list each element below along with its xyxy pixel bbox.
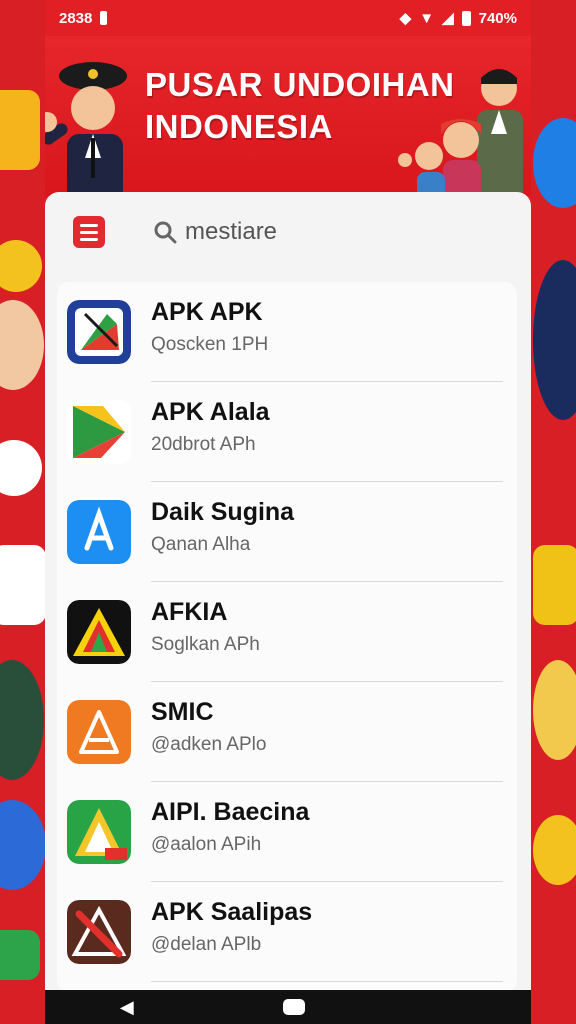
navigation-bar: ◀ [45,990,531,1024]
app-search-panel: mestiare APK APK Qoscken 1PH APK Alala 2… [45,192,531,992]
app-store-a-icon [67,500,131,564]
search-bar: mestiare [45,192,531,272]
app-subtitle: @delan APlb [151,934,262,955]
search-icon [154,221,177,244]
app-title: AFKIA [151,598,228,626]
bg-app-bubble [533,118,576,208]
app-subtitle: Qoscken 1PH [151,334,269,355]
list-item[interactable]: Daik Sugina Qanan Alha [57,482,517,582]
status-time: 2838 [59,9,93,27]
phone-screen: 2838 ◆ ▼ ◢ 740% PUSAR UNDOIHAN INDONESIA [45,0,531,1024]
list-item-text: APK Alala 20dbrot APh [151,396,270,458]
bg-app-bubble [0,545,46,625]
list-item-text: AIPI. Baecina @aalon APih [151,796,309,858]
back-button[interactable]: ◀ [120,997,134,1018]
battery-percent: 740% [478,9,517,27]
a-triangle-icon [67,700,131,764]
app-title: Daik Sugina [151,498,295,526]
app-subtitle: 20dbrot APh [151,434,256,455]
status-bar: 2838 ◆ ▼ ◢ 740% [45,0,531,36]
app-title: APK Alala [151,398,270,426]
app-subtitle: Soglkan APh [151,634,260,655]
bg-app-bubble [533,815,576,885]
bg-app-bubble [0,240,42,292]
bg-character-bubble [533,660,576,760]
pencil-ruler-icon [67,300,131,364]
wifi-icon: ▼ [419,9,435,27]
menu-button[interactable] [73,216,105,248]
battery-icon [461,10,471,26]
bg-app-bubble [0,440,42,496]
hamburger-line [80,237,98,241]
home-button[interactable] [283,999,306,1015]
divider [151,981,503,982]
app-title: APK Saalipas [151,898,313,926]
hamburger-icon [80,223,98,227]
bg-app-bubble [0,90,40,170]
hero-banner: PUSAR UNDOIHAN INDONESIA [45,36,531,214]
sim-icon [100,11,108,25]
list-item-text: SMIC @adken APlo [151,696,266,758]
triangle-stripes-icon [67,600,131,664]
list-item[interactable]: AIPI. Baecina @aalon APih [57,782,517,882]
list-item-text: AFKIA Soglkan APh [151,596,260,658]
app-title: AIPI. Baecina [151,798,310,826]
search-placeholder: mestiare [185,218,278,245]
app-title: SMIC [151,698,214,726]
app-subtitle: @adken APlo [151,734,267,755]
bg-app-bubble [533,545,576,625]
list-item[interactable]: AFKIA Soglkan APh [57,582,517,682]
x-triangle-icon [67,900,131,964]
app-title: APK APK [151,298,263,326]
green-triangle-icon [67,800,131,864]
signal-icon: ◢ [442,10,454,27]
bg-app-bubble [0,930,40,980]
play-store-icon [67,400,131,464]
app-list: APK APK Qoscken 1PH APK Alala 20dbrot AP… [57,282,517,992]
list-item-text: APK APK Qoscken 1PH [151,296,268,358]
hamburger-line [80,230,98,234]
bg-character-bubble [0,300,44,390]
search-input[interactable]: mestiare [153,212,277,252]
bg-character-bubble [533,260,576,420]
bg-character-bubble [0,660,44,780]
list-item[interactable]: APK APK Qoscken 1PH [57,282,517,382]
bg-app-bubble [0,800,46,890]
list-item[interactable]: APK Alala 20dbrot APh [57,382,517,482]
recents-button[interactable] [455,1007,456,1008]
list-item[interactable]: SMIC @adken APlo [57,682,517,782]
location-icon: ◆ [399,10,412,27]
list-item-text: Daik Sugina Qanan Alha [151,496,294,558]
app-subtitle: @aalon APih [151,834,262,855]
list-item-text: APK Saalipas @delan APlb [151,896,312,958]
app-subtitle: Qanan Alha [151,534,251,555]
list-item[interactable]: APK Saalipas @delan APlb [57,882,517,982]
